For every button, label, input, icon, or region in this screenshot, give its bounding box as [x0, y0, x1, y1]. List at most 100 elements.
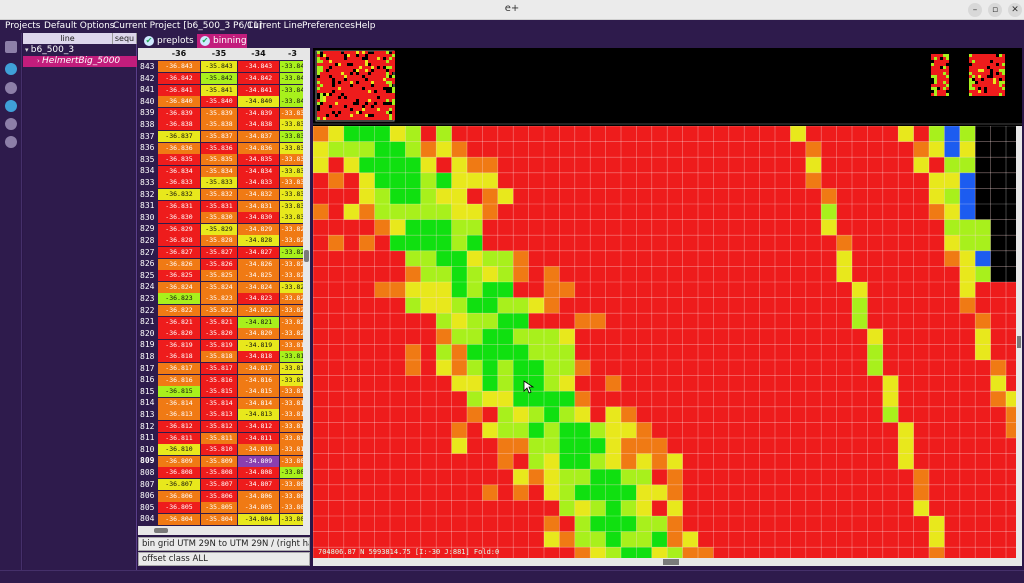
- row-label[interactable]: 829: [138, 223, 158, 235]
- tree-header-sequence[interactable]: sequ: [113, 33, 137, 44]
- table-cell[interactable]: -34.805: [238, 502, 279, 514]
- table-cell[interactable]: -34.819: [238, 339, 279, 351]
- table-cell[interactable]: -35.837: [201, 130, 237, 142]
- table-cell[interactable]: -34.841: [238, 84, 279, 96]
- table-cell[interactable]: -36.836: [158, 142, 200, 154]
- table-cell[interactable]: -35.815: [201, 386, 237, 398]
- export-icon[interactable]: [5, 136, 17, 148]
- row-label[interactable]: 838: [138, 119, 158, 131]
- table-cell[interactable]: -33.84: [280, 84, 305, 96]
- table-cell[interactable]: -35.813: [201, 409, 237, 421]
- table-cell[interactable]: -35.814: [201, 397, 237, 409]
- table-cell[interactable]: -35.836: [201, 142, 237, 154]
- menu-projects[interactable]: Projects: [5, 21, 40, 31]
- table-cell[interactable]: -34.829: [238, 223, 279, 235]
- table-cell[interactable]: -35.822: [201, 304, 237, 316]
- table-cell[interactable]: -36.807: [158, 478, 200, 490]
- table-horizontal-scrollbar[interactable]: [138, 526, 310, 535]
- table-cell[interactable]: -33.82: [280, 246, 305, 258]
- table-cell[interactable]: -36.843: [158, 61, 200, 73]
- table-cell[interactable]: -33.82: [280, 293, 305, 305]
- table-cell[interactable]: -36.833: [158, 177, 200, 189]
- table-cell[interactable]: -34.839: [238, 107, 279, 119]
- table-cell[interactable]: -34.816: [238, 374, 279, 386]
- table-cell[interactable]: -33.83: [280, 154, 305, 166]
- row-label[interactable]: 826: [138, 258, 158, 270]
- tab-preplots[interactable]: ✔ preplots: [141, 34, 196, 48]
- table-cell[interactable]: -33.84: [280, 72, 305, 84]
- table-cell[interactable]: -34.842: [238, 72, 279, 84]
- table-cell[interactable]: -35.820: [201, 328, 237, 340]
- row-label[interactable]: 820: [138, 328, 158, 340]
- table-cell[interactable]: -34.823: [238, 293, 279, 305]
- table-cell[interactable]: -35.811: [201, 432, 237, 444]
- column-header[interactable]: -35: [201, 48, 237, 60]
- row-label[interactable]: 839: [138, 107, 158, 119]
- table-cell[interactable]: -34.807: [238, 478, 279, 490]
- row-label[interactable]: 842: [138, 73, 158, 85]
- grid-icon[interactable]: [5, 100, 17, 112]
- table-cell[interactable]: -33.81: [280, 409, 305, 421]
- menu-preferences[interactable]: Preferences: [302, 21, 355, 31]
- table-cell[interactable]: -35.829: [201, 223, 237, 235]
- table-cell[interactable]: -33.81: [280, 339, 305, 351]
- table-cell[interactable]: -36.813: [158, 409, 200, 421]
- table-cell[interactable]: -36.840: [158, 96, 200, 108]
- table-cell[interactable]: -36.804: [158, 513, 200, 525]
- table-cell[interactable]: -34.814: [238, 397, 279, 409]
- table-cell[interactable]: -35.816: [201, 374, 237, 386]
- table-cell[interactable]: -35.828: [201, 235, 237, 247]
- table-cell[interactable]: -35.804: [201, 513, 237, 525]
- table-cell[interactable]: -36.834: [158, 165, 200, 177]
- menu-current-line[interactable]: Current Line: [247, 21, 302, 31]
- map-vertical-scrollbar[interactable]: [1016, 126, 1022, 558]
- table-cell[interactable]: -36.820: [158, 328, 200, 340]
- minimize-icon[interactable]: –: [968, 3, 982, 17]
- table-cell[interactable]: -35.835: [201, 154, 237, 166]
- table-cell[interactable]: -35.833: [201, 177, 237, 189]
- table-cell[interactable]: -34.817: [238, 362, 279, 374]
- table-cell[interactable]: -33.80: [280, 490, 305, 502]
- tree-header-line[interactable]: line: [23, 33, 113, 44]
- table-cell[interactable]: -36.841: [158, 84, 200, 96]
- table-cell[interactable]: -35.838: [201, 119, 237, 131]
- table-cell[interactable]: -34.828: [238, 235, 279, 247]
- table-cell[interactable]: -35.834: [201, 165, 237, 177]
- table-cell[interactable]: -35.823: [201, 293, 237, 305]
- table-cell[interactable]: -33.80: [280, 502, 305, 514]
- table-cell[interactable]: -33.83: [280, 212, 305, 224]
- close-icon[interactable]: ✕: [1008, 3, 1022, 17]
- maximize-icon[interactable]: ▫: [988, 3, 1002, 17]
- table-cell[interactable]: -35.825: [201, 270, 237, 282]
- table-cell[interactable]: -33.81: [280, 444, 305, 456]
- bin-grid-select[interactable]: bin grid UTM 29N to UTM 29N / (right han: [138, 537, 310, 551]
- table-cell[interactable]: -34.813: [238, 409, 279, 421]
- row-label[interactable]: 828: [138, 235, 158, 247]
- table-cell[interactable]: -34.809: [238, 455, 279, 467]
- table-cell[interactable]: -35.810: [201, 444, 237, 456]
- table-cell[interactable]: -36.826: [158, 258, 200, 270]
- table-cell[interactable]: -35.809: [201, 455, 237, 467]
- table-cell[interactable]: -33.81: [280, 432, 305, 444]
- refresh-icon[interactable]: [5, 63, 17, 75]
- row-label[interactable]: 819: [138, 339, 158, 351]
- table-cell[interactable]: -33.82: [280, 281, 305, 293]
- table-cell[interactable]: -34.804: [238, 513, 279, 525]
- row-label[interactable]: 843: [138, 61, 158, 73]
- table-cell[interactable]: -33.81: [280, 362, 305, 374]
- table-cell[interactable]: -33.83: [280, 177, 305, 189]
- table-cell[interactable]: -34.822: [238, 304, 279, 316]
- scroll-thumb[interactable]: [154, 528, 168, 533]
- table-cell[interactable]: -33.81: [280, 397, 305, 409]
- table-cell[interactable]: -33.82: [280, 258, 305, 270]
- table-cell[interactable]: -36.828: [158, 235, 200, 247]
- row-label[interactable]: 834: [138, 165, 158, 177]
- table-vertical-scrollbar[interactable]: [303, 60, 310, 526]
- table-cell[interactable]: -33.82: [280, 223, 305, 235]
- table-cell[interactable]: -33.82: [280, 316, 305, 328]
- table-cell[interactable]: -33.81: [280, 420, 305, 432]
- table-cell[interactable]: -33.84: [280, 96, 305, 108]
- table-cell[interactable]: -36.811: [158, 432, 200, 444]
- row-label[interactable]: 832: [138, 189, 158, 201]
- map-horizontal-scrollbar[interactable]: [313, 558, 1022, 566]
